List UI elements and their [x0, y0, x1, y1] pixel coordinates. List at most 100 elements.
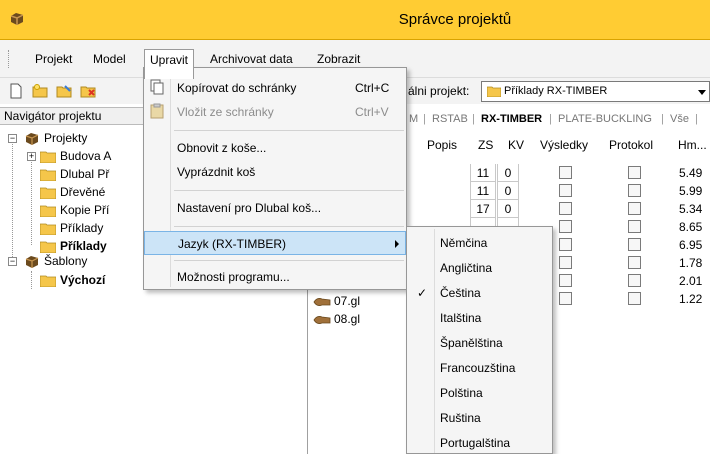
menu-item-paste[interactable]: Vložit ze schránky Ctrl+V: [144, 100, 406, 124]
menu-model[interactable]: Model: [88, 49, 131, 69]
cell-hm: 5.49: [679, 166, 703, 180]
current-project-value: Příklady RX-TIMBER: [504, 85, 608, 97]
cell-kv: 0: [497, 200, 519, 218]
report-checkbox[interactable]: [628, 184, 641, 197]
report-checkbox[interactable]: [628, 256, 641, 269]
paste-icon: [150, 103, 164, 119]
results-checkbox[interactable]: [559, 292, 572, 305]
menu-zobrazit[interactable]: Zobrazit: [312, 49, 365, 69]
tree-item-priklady[interactable]: Příklady: [40, 219, 103, 237]
tree-line: [12, 139, 13, 259]
collapse-icon[interactable]: −: [8, 257, 17, 266]
folder-icon: [40, 151, 56, 163]
current-project-label: álni projekt:: [408, 84, 470, 98]
report-checkbox[interactable]: [628, 202, 641, 215]
menu-item-empty-trash[interactable]: Vyprázdnit koš: [144, 160, 406, 184]
results-checkbox[interactable]: [559, 202, 572, 215]
tree-item-sablony[interactable]: Šablony: [24, 252, 87, 270]
language-russian[interactable]: Ruština: [407, 406, 552, 430]
column-vysledky[interactable]: Výsledky: [540, 138, 588, 152]
tab-separator: |: [661, 113, 664, 125]
language-submenu: Němčina Angličtina ✓ Čeština Italština Šp…: [406, 226, 553, 454]
delete-folder-icon[interactable]: [80, 83, 96, 99]
cell-hm: 6.95: [679, 238, 703, 252]
window-title: Správce projektů: [398, 11, 512, 28]
current-project-select[interactable]: Příklady RX-TIMBER: [481, 81, 710, 102]
chevron-down-icon[interactable]: [698, 90, 706, 95]
report-checkbox[interactable]: [628, 292, 641, 305]
tree-item-drevene[interactable]: Dřevěné: [40, 183, 105, 201]
column-kv[interactable]: KV: [508, 138, 524, 152]
menu-separator: [174, 190, 404, 191]
cell-hm: 5.99: [679, 184, 703, 198]
tab-plate-buckling[interactable]: PLATE-BUCKLING: [558, 113, 652, 125]
tree-item-budova[interactable]: Budova A: [40, 147, 111, 165]
column-protokol[interactable]: Protokol: [609, 138, 653, 152]
checkmark-icon: ✓: [417, 286, 428, 300]
results-checkbox[interactable]: [559, 184, 572, 197]
cell-zs: 11: [470, 182, 496, 200]
tab-vse[interactable]: Vše: [670, 113, 689, 125]
menubar-grip[interactable]: [8, 50, 11, 68]
results-checkbox[interactable]: [559, 220, 572, 233]
menu-archivovat-data[interactable]: Archivovat data: [205, 49, 298, 69]
cell-hm: 1.22: [679, 292, 703, 306]
menu-upravit[interactable]: Upravit: [144, 49, 195, 79]
language-portuguese[interactable]: Portugalština: [407, 431, 552, 454]
tree-item-kopie[interactable]: Kopie Pří: [40, 201, 109, 219]
tab-rstab[interactable]: RSTAB: [432, 113, 468, 125]
report-checkbox[interactable]: [628, 238, 641, 251]
results-checkbox[interactable]: [559, 274, 572, 287]
table-row[interactable]: 07.gl: [313, 292, 360, 310]
menu-item-language[interactable]: Jazyk (RX-TIMBER): [144, 231, 406, 255]
results-checkbox[interactable]: [559, 256, 572, 269]
language-polish[interactable]: Polština: [407, 381, 552, 405]
new-folder-icon[interactable]: [32, 83, 48, 99]
menu-separator: [174, 226, 404, 227]
language-italian[interactable]: Italština: [407, 306, 552, 330]
edit-folder-icon[interactable]: [56, 83, 72, 99]
cell-hm: 2.01: [679, 274, 703, 288]
tree-item-dlubal[interactable]: Dlubal Př: [40, 165, 109, 183]
language-spanish[interactable]: Španělština: [407, 331, 552, 355]
menu-separator: [174, 130, 404, 131]
menu-item-copy[interactable]: Kopírovat do schránky Ctrl+C: [144, 76, 406, 100]
language-german[interactable]: Němčina: [407, 231, 552, 255]
folder-icon: [40, 205, 56, 217]
new-document-icon[interactable]: [8, 83, 24, 99]
report-checkbox[interactable]: [628, 274, 641, 287]
collapse-icon[interactable]: −: [8, 134, 17, 143]
tree-item-vychozi[interactable]: Výchozí: [40, 271, 105, 289]
language-english[interactable]: Angličtina: [407, 256, 552, 280]
tree-line: [31, 155, 32, 245]
tab-separator: |: [695, 113, 698, 125]
column-zs[interactable]: ZS: [478, 138, 493, 152]
language-czech[interactable]: ✓ Čeština: [407, 281, 552, 305]
expand-icon[interactable]: +: [27, 152, 36, 161]
menu-item-restore-trash[interactable]: Obnovit z koše...: [144, 136, 406, 160]
folder-icon: [40, 275, 56, 287]
report-checkbox[interactable]: [628, 166, 641, 179]
column-hm[interactable]: Hm...: [678, 138, 707, 152]
menu-item-trash-settings[interactable]: Nastavení pro Dlubal koš...: [144, 196, 406, 220]
title-bar: Správce projektů: [0, 0, 710, 40]
copy-icon: [150, 79, 164, 95]
tab-m[interactable]: M: [409, 113, 418, 125]
templates-root-icon: [25, 255, 39, 268]
folder-icon: [40, 223, 56, 235]
projects-root-icon: [25, 132, 39, 145]
column-popis[interactable]: Popis: [427, 138, 457, 152]
tree-line: [31, 271, 32, 289]
language-french[interactable]: Francouzština: [407, 356, 552, 380]
tab-rx-timber[interactable]: RX-TIMBER: [481, 113, 542, 125]
tree-item-projekty[interactable]: Projekty: [24, 129, 87, 147]
folder-icon: [487, 86, 501, 97]
results-checkbox[interactable]: [559, 166, 572, 179]
cell-zs: 11: [470, 164, 496, 182]
report-checkbox[interactable]: [628, 220, 641, 233]
cell-hm: 1.78: [679, 256, 703, 270]
results-checkbox[interactable]: [559, 238, 572, 251]
menu-projekt[interactable]: Projekt: [30, 49, 77, 69]
menu-item-program-options[interactable]: Možnosti programu...: [144, 265, 406, 289]
table-row[interactable]: 08.gl: [313, 310, 360, 328]
